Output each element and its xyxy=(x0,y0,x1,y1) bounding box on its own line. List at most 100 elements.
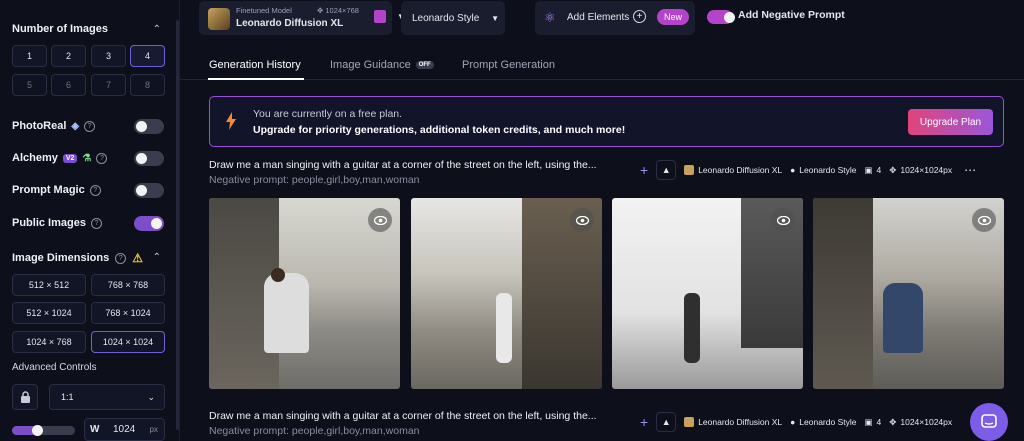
eye-icon[interactable] xyxy=(771,208,795,232)
chevron-up-icon[interactable]: ⌃ xyxy=(153,24,161,35)
generated-image[interactable] xyxy=(209,198,400,389)
generated-image[interactable] xyxy=(813,198,1004,389)
guidance-off-badge: OFF xyxy=(415,61,434,70)
drop-icon: ● xyxy=(790,165,796,175)
model-size: ✥ 1024×768 xyxy=(317,6,359,15)
lock-icon xyxy=(20,391,30,403)
model-selector[interactable]: Finetuned Model ✥ 1024×768 Leonardo Diff… xyxy=(199,1,405,35)
model-avatar-icon xyxy=(684,165,695,175)
arrow-up-button[interactable]: ▲ xyxy=(656,412,677,432)
meta-size-label: 1024×1024px xyxy=(900,417,953,427)
alchemy-version-badge: V2 xyxy=(62,153,78,163)
help-icon[interactable]: ? xyxy=(115,252,127,264)
tab-bar: Generation History Image Guidance OFF Pro… xyxy=(180,52,1024,80)
images-icon: ▣ xyxy=(864,416,873,427)
num-images-title: Number of Images xyxy=(12,23,108,35)
banner-line-2: Upgrade for priority generations, additi… xyxy=(253,124,626,136)
style-selector[interactable]: Leonardo Style ▼ xyxy=(401,1,505,35)
width-slider[interactable] xyxy=(12,425,75,436)
dim-option-768x768[interactable]: 768 × 768 xyxy=(91,274,165,296)
app-root: Number of Images ⌃ 1 2 3 4 5 6 7 8 Photo… xyxy=(0,0,1024,441)
chevron-down-icon: ⌄ xyxy=(147,391,155,402)
num-option-3[interactable]: 3 xyxy=(91,45,126,67)
width-slider-handle[interactable] xyxy=(32,425,44,436)
arrow-up-button[interactable]: ▲ xyxy=(656,160,677,180)
eye-icon[interactable] xyxy=(368,208,392,232)
alchemy-row: Alchemy V2 ⚗ ? xyxy=(12,152,108,164)
arrow-up-icon: ▲ xyxy=(661,165,671,175)
meta-size: ✥ 1024×1024px xyxy=(889,417,952,428)
sidebar-scrollbar[interactable] xyxy=(176,20,179,430)
photoreal-toggle[interactable] xyxy=(134,119,164,134)
dim-option-1024x768[interactable]: 1024 × 768 xyxy=(12,331,86,353)
tab-image-guidance[interactable]: Image Guidance OFF xyxy=(330,59,434,71)
more-options-icon[interactable]: ⋯ xyxy=(964,163,976,177)
num-option-7[interactable]: 7 xyxy=(91,74,126,96)
public-images-label: Public Images xyxy=(12,217,86,229)
chevron-up-icon[interactable]: ⌃ xyxy=(153,252,161,263)
meta-size-label: 1024×1024px xyxy=(900,165,953,175)
photoreal-row: PhotoReal ◈ ? xyxy=(12,120,96,132)
tab-prompt-generation[interactable]: Prompt Generation xyxy=(462,59,555,71)
aspect-ratio-value: 1:1 xyxy=(61,392,74,402)
public-images-row: Public Images ? xyxy=(12,217,102,229)
meta-count-label: 4 xyxy=(876,417,882,427)
help-icon[interactable]: ? xyxy=(90,217,102,229)
alchemy-label: Alchemy xyxy=(12,152,58,164)
generation-prompt[interactable]: Draw me a man singing with a guitar at a… xyxy=(209,159,604,171)
dim-option-1024x1024[interactable]: 1024 × 1024 xyxy=(91,331,165,353)
plus-icon[interactable]: + xyxy=(640,414,648,430)
move-icon: ✥ xyxy=(889,164,897,175)
meta-count: ▣ 4 xyxy=(864,165,881,176)
help-icon[interactable]: ? xyxy=(89,184,101,196)
generated-image[interactable] xyxy=(411,198,602,389)
image-guidance-label: Image Guidance xyxy=(330,59,411,71)
tab-generation-history[interactable]: Generation History xyxy=(209,59,301,71)
eye-icon[interactable] xyxy=(972,208,996,232)
width-value: 1024 xyxy=(113,424,136,435)
dim-option-768x1024[interactable]: 768 × 1024 xyxy=(91,302,165,324)
dimensions-title: Image Dimensions xyxy=(12,252,110,264)
advanced-controls-label: Advanced Controls xyxy=(12,362,97,373)
eye-icon[interactable] xyxy=(570,208,594,232)
lightning-icon xyxy=(226,112,236,130)
meta-style: ● Leonardo Style xyxy=(790,417,856,427)
negative-prompt-toggle[interactable] xyxy=(707,10,735,24)
plus-circle-icon: + xyxy=(633,10,646,23)
help-icon[interactable]: ? xyxy=(84,120,96,132)
banner-line-1: You are currently on a free plan. xyxy=(253,108,403,120)
help-icon[interactable]: ? xyxy=(96,152,108,164)
atom-icon: ⚛ xyxy=(544,10,556,25)
plus-icon[interactable]: + xyxy=(640,162,648,178)
num-option-1[interactable]: 1 xyxy=(12,45,47,67)
generated-image[interactable] xyxy=(612,198,803,389)
photoreal-icon: ◈ xyxy=(71,120,80,132)
dim-option-512x1024[interactable]: 512 × 1024 xyxy=(12,302,86,324)
generation-prompt[interactable]: Draw me a man singing with a guitar at a… xyxy=(209,410,604,422)
alchemy-toggle[interactable] xyxy=(134,151,164,166)
num-option-2[interactable]: 2 xyxy=(51,45,86,67)
public-images-toggle[interactable] xyxy=(134,216,164,231)
num-option-4[interactable]: 4 xyxy=(130,45,165,67)
aspect-ratio-select[interactable]: 1:1 ⌄ xyxy=(49,384,165,410)
chevron-down-icon: ▼ xyxy=(491,13,499,23)
add-elements-button[interactable]: ⚛ Add Elements + New xyxy=(535,1,695,35)
drop-icon: ● xyxy=(790,417,796,427)
chat-support-button[interactable] xyxy=(970,403,1008,441)
meta-style: ● Leonardo Style xyxy=(790,165,856,175)
top-bar: Finetuned Model ✥ 1024×768 Leonardo Diff… xyxy=(180,0,1024,44)
width-input[interactable]: W 1024 px xyxy=(84,418,165,441)
prompt-magic-row: Prompt Magic ? xyxy=(12,184,101,196)
upgrade-plan-button[interactable]: Upgrade Plan xyxy=(908,109,993,135)
num-option-6[interactable]: 6 xyxy=(51,74,86,96)
dim-option-512x512[interactable]: 512 × 512 xyxy=(12,274,86,296)
meta-model-label: Leonardo Diffusion XL xyxy=(698,165,783,175)
negative-prompt-label: Add Negative Prompt xyxy=(738,9,845,21)
prompt-magic-toggle[interactable] xyxy=(134,183,164,198)
num-option-8[interactable]: 8 xyxy=(130,74,165,96)
num-option-5[interactable]: 5 xyxy=(12,74,47,96)
flask-icon: ⚗ xyxy=(82,152,92,164)
meta-model-label: Leonardo Diffusion XL xyxy=(698,417,783,427)
lock-button[interactable] xyxy=(12,384,38,410)
model-avatar-icon xyxy=(684,417,695,427)
